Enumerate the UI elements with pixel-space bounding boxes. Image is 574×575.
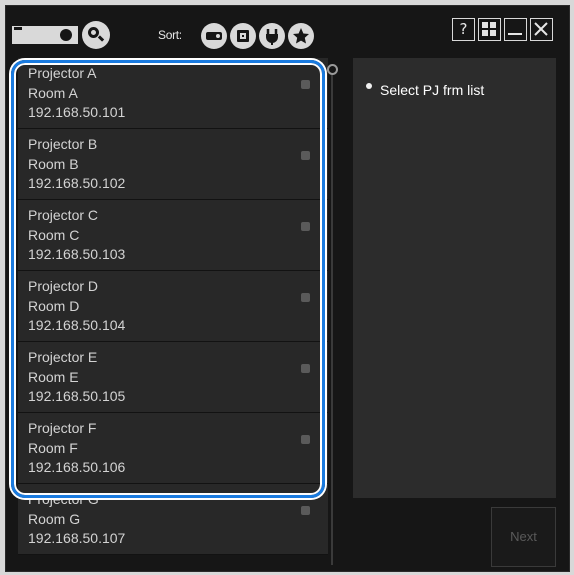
next-button[interactable]: Next xyxy=(491,507,556,567)
info-panel xyxy=(353,58,556,498)
list-item[interactable]: Projector C Room C 192.168.50.103 xyxy=(18,200,328,271)
projector-room: Room D xyxy=(28,298,80,314)
minimize-icon xyxy=(508,33,522,35)
projector-name: Projector B xyxy=(28,136,98,152)
projector-list[interactable]: Projector A Room A 192.168.50.101 Projector… xyxy=(14,58,328,568)
list-item[interactable]: Projector B Room B 192.168.50.102 xyxy=(18,129,328,200)
projector-room: Room G xyxy=(28,511,81,527)
status-icon xyxy=(301,80,310,89)
grid-icon xyxy=(482,22,496,36)
projector-sort-icon[interactable] xyxy=(201,23,227,49)
status-icon xyxy=(301,222,310,231)
projector-ip: 192.168.50.105 xyxy=(28,388,126,404)
projector-name: Projector C xyxy=(28,207,99,223)
projector-ip: 192.168.50.106 xyxy=(28,459,126,475)
status-icon xyxy=(301,293,310,302)
info-message: Select PJ frm list xyxy=(380,82,485,98)
help-button[interactable]: ? xyxy=(452,18,475,41)
list-item[interactable]: Projector E Room E 192.168.50.105 xyxy=(18,342,328,413)
projector-room: Room A xyxy=(28,85,78,101)
close-button[interactable] xyxy=(530,18,553,41)
input-sort-icon[interactable] xyxy=(230,23,256,49)
projector-ip: 192.168.50.102 xyxy=(28,175,126,191)
list-item[interactable]: Projector D Room D 192.168.50.104 xyxy=(18,271,328,342)
projector-room: Room B xyxy=(28,156,79,172)
bullet-icon xyxy=(366,83,372,89)
projector-ip: 192.168.50.101 xyxy=(28,104,126,120)
projector-ip: 192.168.50.104 xyxy=(28,317,126,333)
close-icon xyxy=(534,22,548,36)
projector-name: Projector D xyxy=(28,278,99,294)
projector-ip: 192.168.50.107 xyxy=(28,530,126,546)
projector-ip: 192.168.50.103 xyxy=(28,246,126,262)
list-item[interactable]: Projector G Room G 192.168.50.107 xyxy=(18,484,328,555)
projector-room: Room E xyxy=(28,369,79,385)
projector-name: Projector E xyxy=(28,349,98,365)
scrollbar-thumb[interactable] xyxy=(327,64,338,75)
list-item[interactable]: Projector F Room F 192.168.50.106 xyxy=(18,413,328,484)
sort-label: Sort: xyxy=(158,28,182,42)
projector-name: Projector A xyxy=(28,65,97,81)
list-item[interactable]: Projector A Room A 192.168.50.101 xyxy=(18,58,328,129)
status-icon xyxy=(301,364,310,373)
favorite-sort-icon[interactable] xyxy=(288,23,314,49)
projector-icon[interactable] xyxy=(12,22,82,48)
projector-name: Projector G xyxy=(28,491,99,507)
search-icon[interactable] xyxy=(82,21,110,49)
minimize-button[interactable] xyxy=(504,18,527,41)
power-sort-icon[interactable] xyxy=(259,23,285,49)
app-frame: Sort: ? Projector A Room A 192.168.50.10… xyxy=(0,0,574,575)
projector-name: Projector F xyxy=(28,420,97,436)
scrollbar-track[interactable] xyxy=(331,75,333,565)
status-icon xyxy=(301,151,310,160)
status-icon xyxy=(301,435,310,444)
projector-room: Room C xyxy=(28,227,80,243)
layout-button[interactable] xyxy=(478,18,501,41)
projector-room: Room F xyxy=(28,440,78,456)
status-icon xyxy=(301,506,310,515)
